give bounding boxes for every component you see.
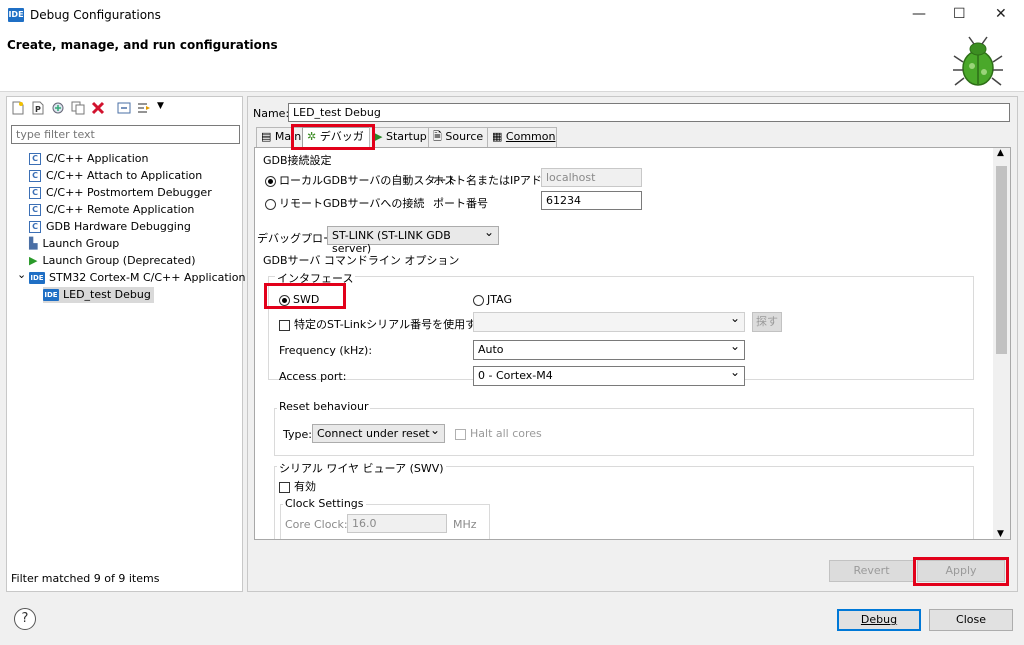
port-label: ポート番号 xyxy=(433,197,488,210)
configuration-tree-panel: P ▼ C C/C++ Application C C/C++ Attach to A… xyxy=(6,96,245,592)
c-config-icon: C xyxy=(29,204,41,216)
c-config-icon: C xyxy=(29,187,41,199)
tree-item-label: Launch Group (Deprecated) xyxy=(42,254,196,267)
c-config-icon: C xyxy=(29,170,41,182)
tree-item[interactable]: IDE LED_test Debug xyxy=(43,287,154,303)
core-clock-field[interactable]: 16.0 xyxy=(347,514,447,533)
close-button[interactable]: Close xyxy=(929,609,1013,631)
tree-item-label: C/C++ Remote Application xyxy=(46,203,195,216)
tree-item-label: STM32 Cortex-M C/C++ Application xyxy=(49,271,246,284)
gdb-server-options-label: GDBサーバ コマンドライン オプション xyxy=(263,254,460,267)
new-prototype-icon[interactable]: P xyxy=(31,101,45,115)
maximize-button[interactable]: ☐ xyxy=(953,6,966,22)
tree-item[interactable]: ⌄ IDE STM32 Cortex-M C/C++ Application xyxy=(17,268,248,286)
app-icon: IDE xyxy=(8,8,24,22)
search-button[interactable]: 探す xyxy=(752,312,782,332)
scroll-up-icon[interactable]: ▲ xyxy=(997,148,1004,158)
debugger-tab-highlight-box xyxy=(291,124,375,150)
access-port-select[interactable]: 0 - Cortex-M4 xyxy=(473,365,745,386)
header-banner: Create, manage, and run configurations xyxy=(0,30,1024,92)
source-tab-icon: 🗎 xyxy=(433,130,442,143)
debug-probe-select[interactable]: ST-LINK (ST-LINK GDB server) xyxy=(327,225,499,255)
frequency-label: Frequency (kHz): xyxy=(279,344,373,357)
scrollbar-thumb[interactable] xyxy=(996,166,1007,354)
tree-item[interactable]: ▶ Launch Group (Deprecated) xyxy=(29,253,199,269)
common-tab-icon: ▦ xyxy=(492,130,503,143)
swv-enable-checkbox[interactable]: 有効 xyxy=(279,478,316,494)
halt-all-cores-checkbox[interactable]: Halt all cores xyxy=(455,427,542,440)
tree-item-label: LED_test Debug xyxy=(63,288,151,301)
core-clock-label: Core Clock: xyxy=(285,518,348,531)
swd-highlight-box xyxy=(264,283,346,309)
launch-group-icon: ▙ xyxy=(29,237,38,250)
gdb-connection-group-label: GDB接続設定 xyxy=(263,154,332,167)
configuration-editor-panel: Name: LED_test Debug ▤ Main ✲ デバッガ ▶ Sta… xyxy=(247,96,1018,592)
debug-button[interactable]: Debug xyxy=(837,609,921,631)
tab-startup[interactable]: ▶ Startup xyxy=(369,127,429,147)
port-field[interactable]: 61234 xyxy=(541,191,642,210)
tree-item-label: C/C++ Attach to Application xyxy=(46,169,203,182)
reset-type-label: Type: xyxy=(283,428,312,441)
banner-title: Create, manage, and run configurations xyxy=(7,38,278,52)
close-window-button[interactable]: ✕ xyxy=(995,6,1007,22)
tree-item-label: Launch Group xyxy=(42,237,120,250)
c-config-icon: C xyxy=(29,221,41,233)
svg-text:P: P xyxy=(35,105,41,114)
expand-chevron-down-icon[interactable]: ⌄ xyxy=(17,267,26,283)
title-bar: IDE Debug Configurations — ☐ ✕ xyxy=(0,0,1024,30)
tree-item[interactable]: C C/C++ Remote Application xyxy=(29,202,197,218)
tree-item[interactable]: C GDB Hardware Debugging xyxy=(29,219,194,235)
tab-source[interactable]: 🗎 Source xyxy=(428,127,488,147)
ide-icon: IDE xyxy=(29,272,45,284)
clock-settings-label: Clock Settings xyxy=(283,497,366,510)
filter-icon[interactable] xyxy=(137,101,151,115)
main-tab-icon: ▤ xyxy=(261,130,272,143)
debugger-tab-panel: GDB接続設定 ローカルGDBサーバの自動スタート ホスト名またはIPアドレス … xyxy=(254,147,1011,540)
stlink-serial-checkbox[interactable]: 特定のST-Linkシリアル番号を使用する xyxy=(279,316,487,332)
scroll-down-icon[interactable]: ▼ xyxy=(997,529,1004,539)
filter-status-text: Filter matched 9 of 9 items xyxy=(11,572,160,585)
green-play-icon: ▶ xyxy=(29,254,38,267)
window-title: Debug Configurations xyxy=(30,8,161,22)
tree-item-label: C/C++ Application xyxy=(46,152,149,165)
stlink-serial-select[interactable] xyxy=(473,311,745,332)
tree-item[interactable]: ▙ Launch Group xyxy=(29,236,122,252)
tree-item[interactable]: C C/C++ Postmortem Debugger xyxy=(29,185,215,201)
name-label: Name: xyxy=(253,107,290,120)
minimize-button[interactable]: — xyxy=(912,6,926,22)
duplicate-config-icon[interactable] xyxy=(71,101,85,115)
help-icon[interactable]: ? xyxy=(14,608,36,630)
tree-item[interactable]: C C/C++ Attach to Application xyxy=(29,168,205,184)
c-config-icon: C xyxy=(29,153,41,165)
local-gdb-server-radio[interactable]: ローカルGDBサーバの自動スタート xyxy=(265,172,457,188)
frequency-select[interactable]: Auto xyxy=(473,339,745,360)
collapse-all-icon[interactable] xyxy=(117,101,131,115)
name-field[interactable]: LED_test Debug xyxy=(288,103,1010,122)
tree-item-label: C/C++ Postmortem Debugger xyxy=(46,186,212,199)
export-config-icon[interactable] xyxy=(51,101,65,115)
filter-input[interactable] xyxy=(11,125,240,144)
core-clock-unit: MHz xyxy=(453,518,477,531)
jtag-radio[interactable]: JTAG xyxy=(473,293,512,306)
delete-config-icon[interactable] xyxy=(91,101,105,115)
access-port-label: Access port: xyxy=(279,370,347,383)
revert-button[interactable]: Revert xyxy=(829,560,914,582)
ide-icon: IDE xyxy=(43,289,59,301)
host-field[interactable]: localhost xyxy=(541,168,642,187)
apply-highlight-box xyxy=(913,557,1009,586)
startup-tab-icon: ▶ xyxy=(374,130,383,143)
tree-item[interactable]: C C/C++ Application xyxy=(29,151,151,167)
new-config-icon[interactable] xyxy=(11,101,25,115)
vertical-scrollbar[interactable]: ▲ ▼ xyxy=(993,148,1010,539)
tab-common[interactable]: ▦ Common xyxy=(487,127,557,147)
swv-group-label: シリアル ワイヤ ビューア (SWV) xyxy=(277,460,446,476)
reset-type-select[interactable]: Connect under reset xyxy=(312,423,445,443)
reset-behaviour-label: Reset behaviour xyxy=(277,400,371,413)
tree-item-label: GDB Hardware Debugging xyxy=(46,220,191,233)
remote-gdb-server-radio[interactable]: リモートGDBサーバへの接続 xyxy=(265,195,424,211)
view-menu-chevron-down-icon[interactable]: ▼ xyxy=(157,101,164,111)
bug-icon xyxy=(953,36,1003,86)
